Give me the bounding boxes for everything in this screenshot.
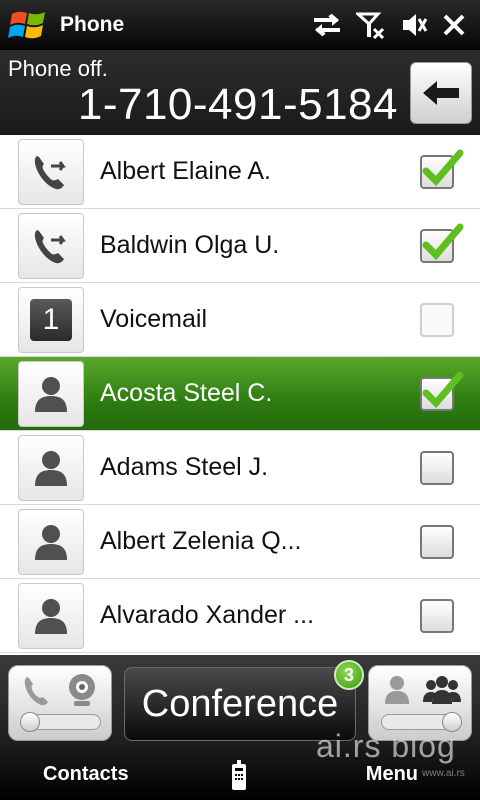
contact-name: Acosta Steel C. (100, 379, 273, 407)
contact-checkbox[interactable] (420, 450, 454, 485)
phone-status: Phone off. (8, 56, 108, 81)
webcam-icon (69, 674, 95, 706)
sync-icon[interactable] (312, 12, 342, 38)
no-signal-icon[interactable] (356, 11, 386, 39)
single-person-icon (385, 676, 409, 704)
contact-name: Albert Elaine A. (100, 157, 271, 185)
checkmark-icon (422, 149, 464, 186)
phone-icon (24, 677, 48, 706)
windows-start-icon[interactable] (6, 2, 52, 48)
list-item[interactable]: Albert Zelenia Q... (0, 505, 480, 579)
speed-dial-1-icon: 1 (18, 286, 84, 353)
contact-name: Baldwin Olga U. (100, 231, 280, 259)
checkmark-icon (422, 371, 464, 408)
contact-person-icon (18, 582, 84, 649)
phone-number-display: 1-710-491-5184 (77, 80, 398, 129)
close-icon[interactable] (442, 13, 466, 37)
list-item-selected[interactable]: Acosta Steel C. (0, 357, 480, 431)
contact-person-icon (18, 360, 84, 427)
contact-name: Voicemail (100, 305, 207, 333)
contacts-softkey[interactable]: Contacts (43, 763, 129, 786)
group-icon (423, 676, 461, 704)
contact-name: Albert Zelenia Q... (100, 527, 302, 555)
video-toggle-knob[interactable] (20, 712, 40, 732)
checkmark-icon (422, 223, 464, 260)
contact-checkbox[interactable] (420, 302, 454, 337)
video-toggle-track[interactable] (20, 712, 101, 732)
contact-list: Albert Elaine A. Baldwin Olga U. 1 Voice… (0, 135, 480, 655)
list-item[interactable]: Adams Steel J. (0, 431, 480, 505)
dial-header: Phone off. 1-710-491-5184 (0, 50, 480, 135)
watermark: ai.rs blog (316, 728, 456, 764)
list-item[interactable]: 1 Voicemail (0, 283, 480, 357)
backspace-button[interactable] (410, 62, 472, 124)
list-item[interactable]: Alvarado Xander ... (0, 579, 480, 653)
call-forward-icon (18, 212, 84, 279)
list-item[interactable]: Baldwin Olga U. (0, 209, 480, 283)
contact-person-icon (18, 434, 84, 501)
list-item[interactable]: Albert Elaine A. (0, 135, 480, 209)
app-title: Phone (60, 13, 125, 36)
contact-checkbox[interactable] (420, 524, 454, 559)
speed-dial-key: 1 (30, 298, 72, 341)
backspace-arrow-icon (423, 81, 459, 105)
video-call-toggle[interactable] (8, 665, 112, 741)
contact-checkbox[interactable] (420, 149, 464, 189)
menu-softkey[interactable]: Menu (366, 763, 418, 786)
contact-checkbox[interactable] (420, 371, 464, 411)
contact-checkbox[interactable] (420, 598, 454, 633)
contact-name: Adams Steel J. (100, 453, 269, 481)
speaker-muted-icon[interactable] (400, 11, 428, 39)
contact-name: Alvarado Xander ... (100, 601, 315, 629)
call-forward-icon (18, 138, 84, 205)
watermark-url: www.ai.rs (422, 768, 465, 779)
status-bar: Phone (0, 0, 480, 50)
contact-checkbox[interactable] (420, 223, 464, 263)
contact-person-icon (18, 508, 84, 575)
input-panel-icon[interactable] (229, 759, 249, 796)
conference-count-badge: 3 (334, 660, 364, 690)
